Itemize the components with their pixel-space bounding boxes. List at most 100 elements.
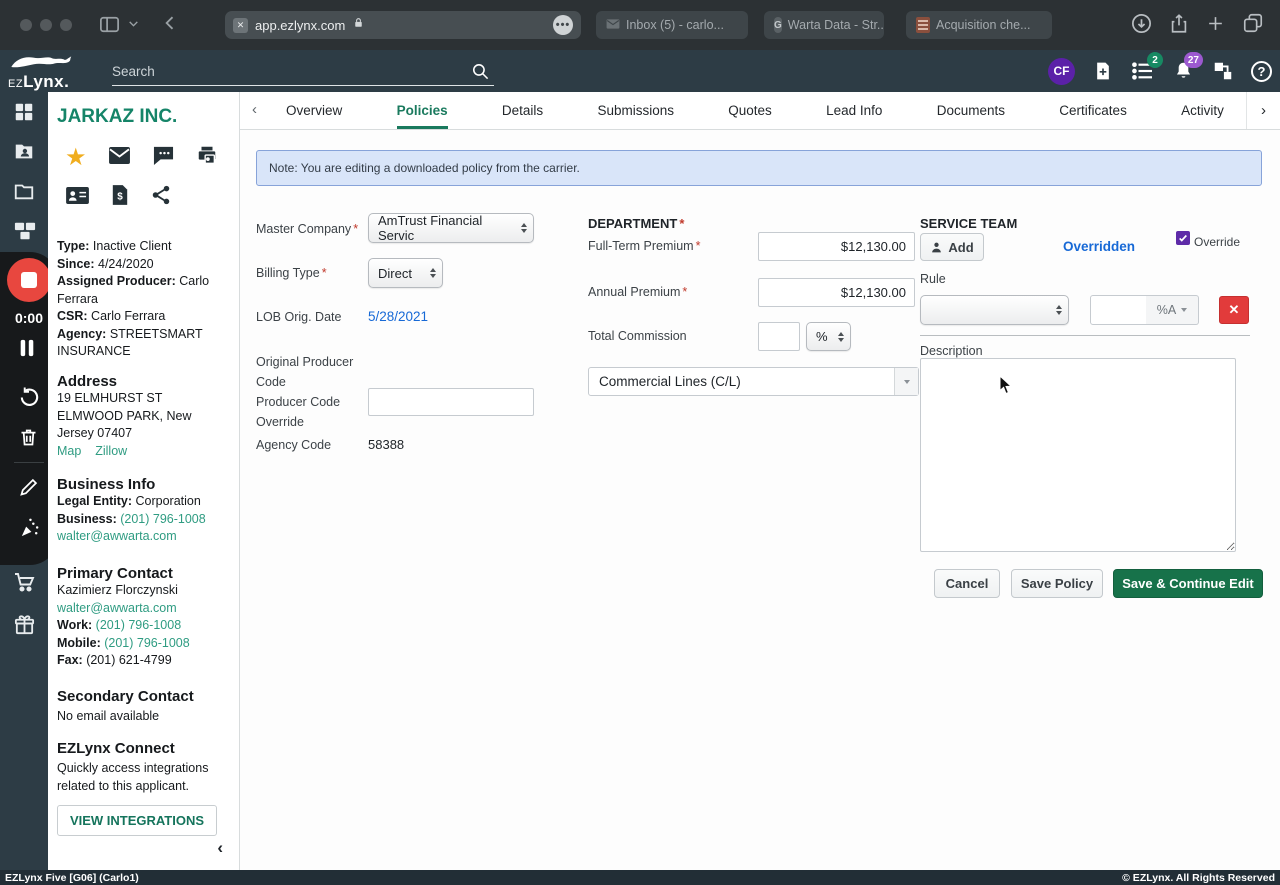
back-button[interactable] bbox=[160, 13, 180, 38]
sidebar-toggle-icon[interactable] bbox=[98, 13, 121, 41]
browser-tab-inbox[interactable]: Inbox (5) - carlo... bbox=[596, 11, 748, 39]
folder-icon[interactable] bbox=[13, 180, 35, 202]
pause-icon[interactable] bbox=[18, 338, 40, 360]
page-options-icon[interactable]: ••• bbox=[553, 15, 573, 35]
contacts-cards-icon[interactable] bbox=[13, 220, 36, 242]
chevron-down-icon[interactable] bbox=[127, 17, 140, 35]
fax-print-icon[interactable] bbox=[196, 144, 218, 171]
tab-policies[interactable]: Policies bbox=[396, 92, 448, 129]
recording-timer: 0:00 bbox=[14, 310, 44, 326]
work-phone-link[interactable]: (201) 796-1008 bbox=[96, 618, 181, 632]
lob-select[interactable]: Commercial Lines (C/L) bbox=[588, 367, 919, 396]
sidebar-collapse-chevron[interactable]: ‹ bbox=[217, 838, 223, 858]
contact-card-icon[interactable] bbox=[65, 186, 90, 210]
mobile-phone-link[interactable]: (201) 796-1008 bbox=[104, 636, 189, 650]
tabs-scroll-right-icon[interactable]: › bbox=[1246, 92, 1280, 129]
tab-overview[interactable]: Overview bbox=[286, 92, 342, 129]
description-textarea[interactable] bbox=[920, 358, 1236, 552]
email-icon[interactable] bbox=[108, 146, 131, 170]
override-control: Override bbox=[1176, 231, 1240, 249]
favorite-star-icon[interactable]: ★ bbox=[65, 145, 87, 169]
view-integrations-button[interactable]: VIEW INTEGRATIONS bbox=[57, 805, 217, 836]
search-icon[interactable] bbox=[471, 62, 490, 86]
notifications-bell-icon[interactable]: 27 bbox=[1171, 52, 1203, 83]
rule-select[interactable] bbox=[920, 295, 1069, 325]
downloads-icon[interactable] bbox=[1130, 12, 1153, 40]
user-avatar[interactable]: CF bbox=[1048, 57, 1075, 85]
tab-submissions[interactable]: Submissions bbox=[597, 92, 674, 129]
browser-tab-warta[interactable]: G Warta Data - Str... bbox=[764, 11, 884, 39]
new-document-icon[interactable] bbox=[1091, 59, 1115, 83]
rule-value-input[interactable] bbox=[1090, 295, 1147, 325]
business-email-link[interactable]: walter@awwarta.com bbox=[57, 529, 177, 543]
window-minimize-button[interactable] bbox=[40, 19, 52, 31]
save-continue-button[interactable]: Save & Continue Edit bbox=[1113, 569, 1263, 598]
tab-certificates[interactable]: Certificates bbox=[1059, 92, 1127, 129]
window-close-button[interactable] bbox=[20, 19, 32, 31]
tab-quotes[interactable]: Quotes bbox=[728, 92, 772, 129]
text-message-icon[interactable] bbox=[152, 145, 175, 171]
logo-lynx: Lynx. bbox=[23, 72, 70, 91]
tab-activity[interactable]: Activity bbox=[1181, 92, 1224, 129]
lynx-logo-mark bbox=[11, 56, 72, 68]
url-bar[interactable]: ✕ app.ezlynx.com ••• bbox=[225, 11, 581, 39]
tabs-scroll-left-icon[interactable]: ‹ bbox=[252, 101, 257, 118]
share-contact-icon[interactable] bbox=[150, 184, 172, 211]
window-zoom-button[interactable] bbox=[60, 19, 72, 31]
zillow-link[interactable]: Zillow bbox=[95, 444, 127, 458]
primary-contact-name: Kazimierz Florczynski bbox=[57, 583, 178, 597]
map-link[interactable]: Map bbox=[57, 444, 81, 458]
status-bar: EZLynx Five [G06] (Carlo1) © EZLynx. All… bbox=[0, 870, 1280, 885]
secondary-contact-note: No email available bbox=[57, 709, 160, 723]
mouse-cursor bbox=[999, 375, 1013, 395]
rule-unit-select[interactable]: %A bbox=[1146, 295, 1199, 325]
primary-email-link[interactable]: walter@awwarta.com bbox=[57, 601, 177, 615]
stop-recording-button[interactable] bbox=[7, 258, 51, 302]
tab-overview-icon[interactable] bbox=[1242, 12, 1264, 39]
draw-pencil-icon[interactable] bbox=[18, 477, 40, 499]
overridden-link[interactable]: Overridden bbox=[1063, 239, 1135, 254]
billing-doc-icon[interactable]: $ bbox=[111, 184, 129, 211]
url-site-icon: ✕ bbox=[233, 17, 248, 33]
share-icon[interactable] bbox=[1168, 12, 1190, 40]
effects-wand-icon[interactable] bbox=[18, 517, 40, 539]
remove-rule-button[interactable]: ✕ bbox=[1219, 296, 1249, 324]
save-policy-button[interactable]: Save Policy bbox=[1011, 569, 1103, 598]
task-list-icon[interactable]: 2 bbox=[1131, 52, 1163, 83]
browser-tab-label: Inbox (5) - carlo... bbox=[626, 18, 724, 32]
header-icon-cluster: CF 2 27 ? bbox=[1048, 52, 1272, 86]
add-service-team-button[interactable]: Add bbox=[920, 233, 984, 261]
new-tab-icon[interactable] bbox=[1206, 14, 1225, 38]
full-term-premium-input[interactable] bbox=[758, 232, 915, 261]
total-commission-input[interactable] bbox=[758, 322, 800, 351]
lock-icon bbox=[352, 16, 365, 35]
browser-tab-acquisition[interactable]: Acquisition che... bbox=[906, 11, 1052, 39]
edit-note-text: Note: You are editing a downloaded polic… bbox=[269, 161, 580, 175]
business-info-heading: Business Info bbox=[57, 476, 156, 493]
browser-tab-label: Acquisition che... bbox=[936, 18, 1031, 32]
producer-code-override-input[interactable] bbox=[368, 388, 534, 416]
restart-recording-icon[interactable] bbox=[18, 386, 40, 408]
cancel-button[interactable]: Cancel bbox=[934, 569, 1000, 598]
delete-recording-icon[interactable] bbox=[18, 426, 40, 448]
gift-box-icon[interactable] bbox=[13, 614, 35, 636]
business-phone-link[interactable]: (201) 796-1008 bbox=[120, 512, 205, 526]
department-heading: DEPARTMENT * bbox=[588, 216, 685, 231]
tab-lead-info[interactable]: Lead Info bbox=[826, 92, 882, 129]
cart-icon[interactable] bbox=[13, 570, 35, 592]
override-checkbox[interactable] bbox=[1176, 231, 1190, 245]
help-icon[interactable]: ? bbox=[1251, 60, 1272, 82]
tab-documents[interactable]: Documents bbox=[937, 92, 1005, 129]
dashboard-icon[interactable] bbox=[13, 101, 35, 123]
commission-unit-select[interactable]: % bbox=[806, 322, 851, 351]
org-structure-icon[interactable] bbox=[1211, 59, 1235, 83]
master-company-select[interactable]: AmTrust Financial Servic bbox=[368, 213, 534, 243]
ezlynx-logo[interactable]: EZLynx. bbox=[8, 53, 100, 91]
mail-tab-icon bbox=[606, 18, 620, 33]
lob-orig-date-link[interactable]: 5/28/2021 bbox=[368, 309, 428, 324]
tab-details[interactable]: Details bbox=[502, 92, 543, 129]
accounts-folder-icon[interactable] bbox=[13, 140, 35, 162]
search-input[interactable] bbox=[112, 58, 462, 84]
billing-type-select[interactable]: Direct bbox=[368, 258, 443, 288]
annual-premium-input[interactable] bbox=[758, 278, 915, 307]
